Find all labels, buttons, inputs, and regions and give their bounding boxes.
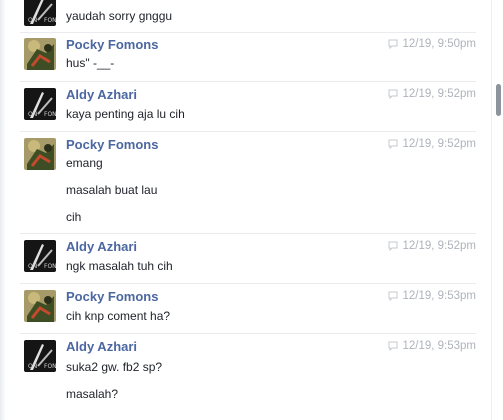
sender-name[interactable]: Pocky Fomons	[66, 289, 158, 304]
svg-text:ON: ON	[28, 363, 37, 370]
message-text: kaya penting aja lu cih	[66, 107, 185, 121]
svg-text:ON: ON	[28, 263, 37, 270]
timestamp: 12/19, 9:50pm	[388, 38, 476, 50]
avatar[interactable]: ON FON	[24, 340, 56, 372]
timestamp: 12/19, 9:52pm	[388, 88, 476, 100]
svg-text:FON: FON	[44, 17, 56, 24]
sender-name[interactable]: Aldy Azhari	[66, 87, 137, 102]
timestamp-text: 12/19, 9:52pm	[402, 240, 476, 252]
timestamp: 12/19, 9:53pm	[388, 340, 476, 352]
avatar[interactable]	[24, 138, 56, 170]
avatar[interactable]	[24, 290, 56, 322]
message-text: hus" -__-	[66, 56, 115, 70]
message-text: cih	[66, 210, 82, 224]
avatar[interactable]: ON FON	[24, 0, 56, 26]
speech-bubble-icon	[388, 39, 398, 49]
timestamp: 12/19, 9:52pm	[388, 240, 476, 252]
timestamp-text: 12/19, 9:53pm	[402, 290, 476, 302]
sender-name[interactable]: Pocky Fomons	[66, 137, 158, 152]
message-text: yaudah sorry gnggu	[66, 9, 173, 23]
svg-text:FON: FON	[44, 263, 56, 270]
speech-bubble-icon	[388, 89, 398, 99]
sender-name[interactable]: Aldy Azhari	[66, 239, 137, 254]
message-text: suka2 gw. fb2 sp?	[66, 360, 163, 374]
scrollbar[interactable]	[491, 0, 503, 420]
message-text: ngk masalah tuh cih	[66, 259, 173, 273]
timestamp-text: 12/19, 9:52pm	[402, 138, 476, 150]
panel-edge	[0, 0, 6, 420]
message-thread: ON FON yaudah sorry gnggu Pocky Fomons 12…	[0, 0, 492, 420]
svg-text:ON: ON	[28, 17, 37, 24]
message-text: masalah buat lau	[66, 183, 158, 197]
svg-text:ON: ON	[28, 111, 37, 118]
speech-bubble-icon	[388, 139, 398, 149]
avatar[interactable]: ON FON	[24, 240, 56, 272]
svg-text:FON: FON	[44, 111, 56, 118]
avatar[interactable]: ON FON	[24, 88, 56, 120]
speech-bubble-icon	[388, 241, 398, 251]
scrollbar-thumb[interactable]	[496, 84, 501, 116]
timestamp-text: 12/19, 9:53pm	[402, 340, 476, 352]
svg-text:FON: FON	[44, 363, 56, 370]
speech-bubble-icon	[388, 341, 398, 351]
timestamp-text: 12/19, 9:50pm	[402, 38, 476, 50]
speech-bubble-icon	[388, 291, 398, 301]
avatar[interactable]	[24, 38, 56, 70]
timestamp: 12/19, 9:52pm	[388, 138, 476, 150]
timestamp: 12/19, 9:53pm	[388, 290, 476, 302]
timestamp-text: 12/19, 9:52pm	[402, 88, 476, 100]
message-text: emang	[66, 156, 103, 170]
message-text: masalah?	[66, 387, 119, 401]
sender-name[interactable]: Pocky Fomons	[66, 37, 158, 52]
message-text: cih knp coment ha?	[66, 309, 171, 323]
sender-name[interactable]: Aldy Azhari	[66, 339, 137, 354]
